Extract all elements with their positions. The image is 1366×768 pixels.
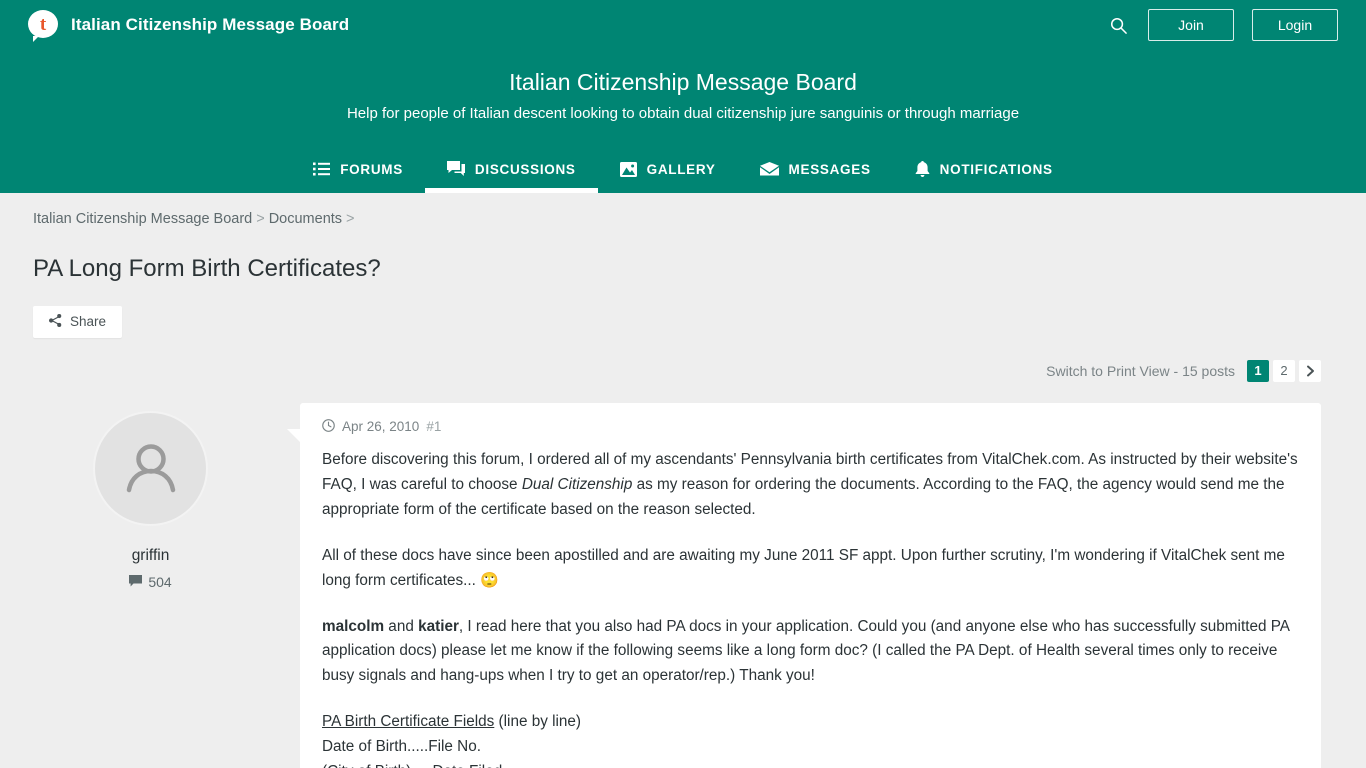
post-paragraph-3: malcolm and katier, I read here that you… (322, 615, 1299, 690)
post-row: griffin 504 Apr 26, 2010 #1 Before disco… (33, 402, 1333, 768)
site-name: Italian Citizenship Message Board (509, 69, 857, 95)
clock-icon (322, 419, 335, 435)
site-header: t Italian Citizenship Message Board Join… (0, 0, 1366, 193)
brand-title: Italian Citizenship Message Board (71, 15, 350, 34)
breadcrumb-separator-2: > (346, 211, 355, 227)
breadcrumb: Italian Citizenship Message Board > Docume… (33, 193, 1333, 231)
mention-katier: katier (418, 617, 459, 635)
comment-icon (129, 574, 143, 590)
pagination: 1 2 (1247, 359, 1321, 382)
p1-emphasis: Dual Citizenship (521, 475, 633, 493)
page-title: PA Long Form Birth Certificates? (33, 254, 381, 282)
p4-rest: (line by line) (494, 713, 582, 731)
post-count-value: 504 (148, 573, 172, 590)
avatar[interactable] (93, 410, 208, 526)
post-paragraph-4: PA Birth Certificate Fields (line by lin… (322, 710, 1299, 768)
p3-rest: , I read here that you also had PA docs … (322, 617, 1290, 685)
post-author-name[interactable]: griffin (33, 547, 268, 565)
breadcrumb-item-documents[interactable]: Documents (269, 211, 342, 227)
nav-label-notifications: NOTIFICATIONS (939, 161, 1053, 177)
header-top-bar: t Italian Citizenship Message Board Join… (0, 0, 1366, 50)
chevron-right-icon (1306, 365, 1314, 377)
nav-item-notifications[interactable]: NOTIFICATIONS (893, 145, 1075, 193)
switch-to-print-view-link[interactable]: Switch to Print View - 15 posts (1046, 363, 1235, 379)
post-author-sidebar: griffin 504 (33, 403, 268, 590)
pagination-row: Switch to Print View - 15 posts 1 2 (33, 359, 1333, 382)
post-meta: Apr 26, 2010 #1 (322, 419, 1299, 435)
mention-malcolm: malcolm (322, 617, 385, 635)
nav-item-gallery[interactable]: GALLERY (598, 145, 738, 193)
site-logo-icon: t (28, 10, 58, 42)
header-titles: Italian Citizenship Message Board Help f… (0, 50, 1366, 124)
list-icon (313, 162, 331, 176)
page-body: Italian Citizenship Message Board > Docume… (0, 193, 1366, 768)
search-icon[interactable] (1106, 13, 1130, 37)
logo-letter: t (28, 10, 58, 42)
bell-icon (915, 161, 930, 177)
page-link-1[interactable]: 1 (1247, 359, 1269, 382)
field-line-3: (City of Birth).....Date Filed (322, 763, 502, 768)
breadcrumb-separator: > (256, 211, 265, 227)
envelope-icon (759, 162, 779, 176)
p3-mid: and (384, 617, 419, 635)
image-icon (619, 161, 637, 177)
fields-heading: PA Birth Certificate Fields (322, 713, 495, 731)
nav-item-discussions[interactable]: DISCUSSIONS (424, 145, 598, 193)
post-card: Apr 26, 2010 #1 Before discovering this … (287, 402, 1321, 768)
rolling-eyes-emoji: 🙄 (480, 571, 499, 589)
join-button[interactable]: Join (1148, 9, 1234, 41)
nav-item-messages[interactable]: MESSAGES (738, 145, 893, 193)
breadcrumb-item-home[interactable]: Italian Citizenship Message Board (33, 211, 252, 227)
user-placeholder-icon (126, 444, 175, 493)
nav-item-forums[interactable]: FORUMS (291, 145, 425, 193)
brand[interactable]: t Italian Citizenship Message Board (28, 10, 350, 42)
nav-label-forums: FORUMS (340, 161, 403, 177)
share-icon (49, 313, 62, 330)
field-line-2: Date of Birth.....File No. (322, 738, 481, 756)
header-actions: Join Login (1106, 9, 1338, 41)
p2-text: All of these docs have since been aposti… (322, 546, 1285, 589)
post-content: Before discovering this forum, I ordered… (322, 448, 1299, 768)
post-paragraph-2: All of these docs have since been aposti… (322, 544, 1299, 594)
post-number[interactable]: #1 (426, 419, 441, 434)
chat-icon (446, 161, 465, 177)
post-paragraph-1: Before discovering this forum, I ordered… (322, 448, 1299, 523)
post-author-post-count: 504 (33, 574, 268, 590)
share-label: Share (70, 314, 107, 330)
site-tagline: Help for people of Italian descent looki… (346, 104, 1020, 122)
page-link-2[interactable]: 2 (1273, 359, 1295, 382)
main-navigation: FORUMS DISCUSSIONS GALLERY MESSAGES NOTI… (0, 145, 1366, 193)
nav-label-messages: MESSAGES (788, 161, 871, 177)
next-page-button[interactable] (1299, 359, 1321, 382)
nav-label-discussions: DISCUSSIONS (474, 161, 576, 177)
login-button[interactable]: Login (1252, 9, 1338, 41)
nav-label-gallery: GALLERY (646, 161, 716, 177)
share-button[interactable]: Share (33, 305, 123, 338)
post-date: Apr 26, 2010 (342, 419, 420, 435)
